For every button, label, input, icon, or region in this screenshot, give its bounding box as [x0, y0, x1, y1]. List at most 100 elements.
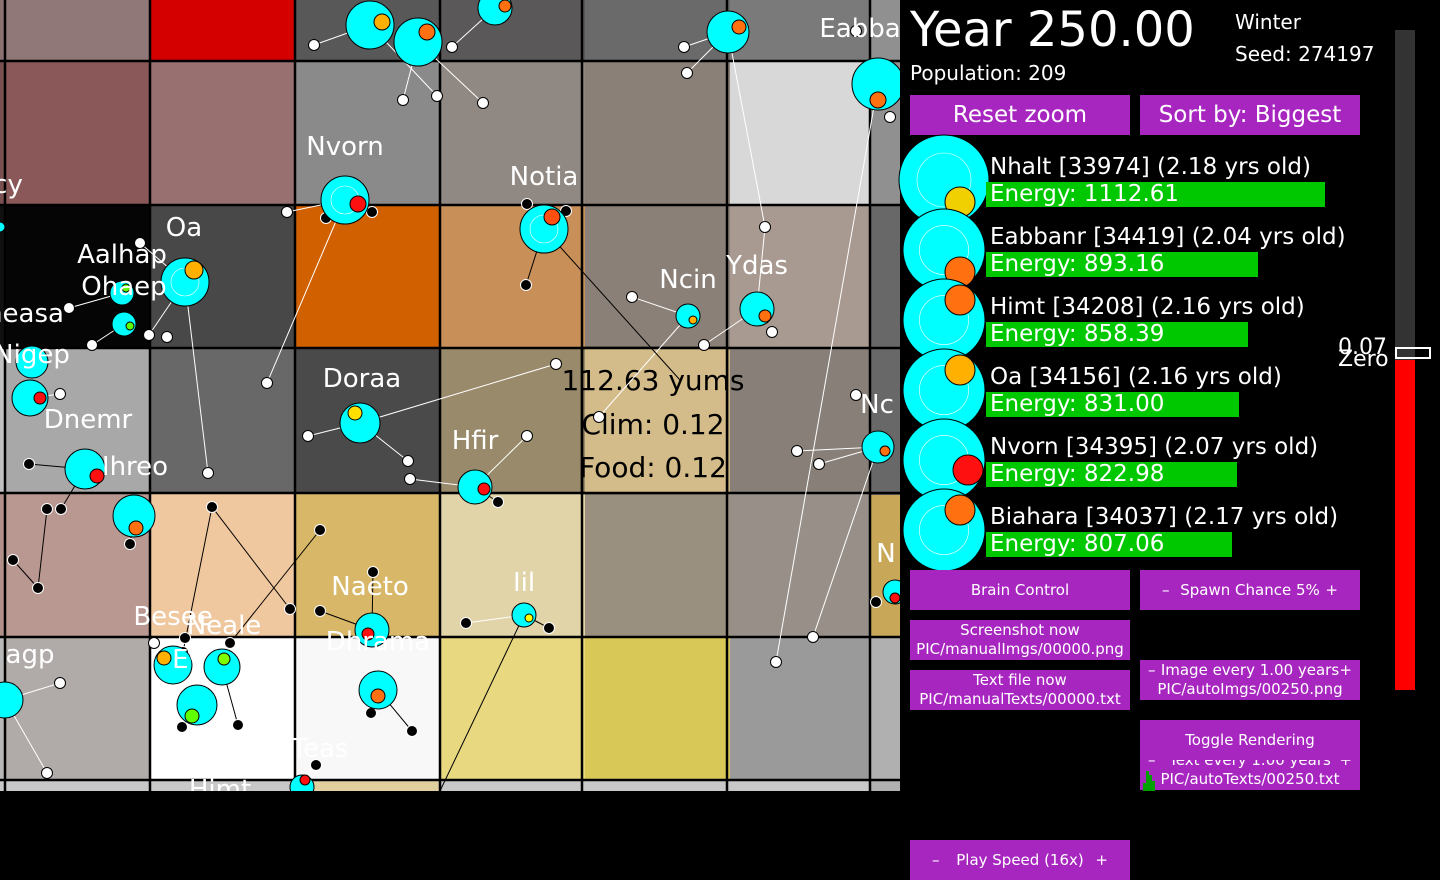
creature-nvorn	[320, 175, 370, 225]
creature-eabbanr	[851, 57, 900, 111]
creature-energy: Energy: 807.06	[990, 531, 1165, 557]
creature-name: Himt [34208] (2.16 yrs old)	[990, 294, 1305, 320]
svg-text:Oa: Oa	[166, 213, 202, 243]
text-file-now-label: Text file now	[973, 671, 1067, 689]
svg-text:Hfir: Hfir	[452, 426, 499, 456]
text-file-now-button[interactable]: Text file now PIC/manualTexts/00000.txt	[910, 670, 1130, 710]
creature-energy: Energy: 1112.61	[990, 181, 1180, 207]
temperature-marker	[1395, 347, 1431, 359]
svg-text:Himt: Himt	[189, 775, 251, 791]
creature-ydas	[739, 291, 775, 327]
ranking-row[interactable]: Nhalt [33974] (2.18 yrs old) Energy: 1112…	[898, 134, 1440, 226]
ranking-row[interactable]: Nvorn [34395] (2.07 yrs old) Energy: 822.…	[900, 418, 1440, 502]
creature-aalhap	[111, 311, 137, 337]
population-label: Population: 209	[910, 61, 1067, 85]
creature-top2	[393, 17, 443, 67]
world-map[interactable]: 112.63 yums Clim: 0.12 Food: 0.12 Nvorn …	[0, 0, 900, 791]
svg-text:cy: cy	[0, 170, 23, 200]
creature-mouth	[952, 454, 984, 486]
svg-text:N: N	[876, 539, 895, 569]
temperature-zero-label: Zero	[1338, 347, 1389, 372]
tile-tooltip: 112.63 yums Clim: 0.12 Food: 0.12	[561, 364, 744, 484]
creature-dnemr	[11, 379, 49, 417]
creature-hfir	[457, 469, 493, 505]
season-label: Winter	[1235, 10, 1301, 34]
svg-text:Aalhap: Aalhap	[77, 240, 167, 270]
creature-name: Eabbanr [34419] (2.04 yrs old)	[990, 224, 1346, 250]
creature-nc	[861, 430, 895, 464]
svg-text:Nc: Nc	[860, 390, 894, 420]
seed-label: Seed: 274197	[1235, 42, 1375, 66]
spawn-chance-label: Spawn Chance 5%	[1180, 581, 1320, 599]
image-every-decrease-button[interactable]: –	[1148, 661, 1156, 680]
creature-name: Nvorn [34395] (2.07 yrs old)	[990, 434, 1319, 460]
screenshot-now-button[interactable]: Screenshot now PIC/manualImgs/00000.png	[910, 620, 1130, 660]
svg-text:Nvorn: Nvorn	[306, 132, 383, 162]
play-speed-increase-button[interactable]: +	[1095, 840, 1108, 880]
svg-text:Ihreo: Ihreo	[102, 452, 168, 482]
screenshot-now-path: PIC/manualImgs/00000.png	[916, 640, 1124, 658]
svg-text:Neale: Neale	[187, 611, 262, 641]
svg-text:Dhrama: Dhrama	[326, 627, 430, 657]
spawn-chance-control[interactable]: – Spawn Chance 5% +	[1140, 570, 1360, 610]
toggle-rendering-button[interactable]: Toggle Rendering	[1140, 720, 1360, 760]
svg-text:Ncin: Ncin	[659, 265, 716, 295]
control-panel: Year 250.00 Winter Seed: 274197 Populati…	[898, 0, 1440, 880]
creature-doraa	[339, 402, 381, 444]
svg-text:Naeto: Naeto	[331, 572, 408, 602]
svg-text:Iil: Iil	[513, 568, 535, 598]
creature-dhrama	[358, 670, 398, 710]
creature-eabba	[706, 10, 750, 54]
creature-mouth	[944, 354, 976, 386]
image-every-control[interactable]: – Image every 1.00 years PIC/autoImgs/00…	[1140, 660, 1360, 700]
screenshot-now-label: Screenshot now	[960, 621, 1080, 639]
population-histogram	[1143, 771, 1155, 791]
year-display: Year 250.00	[910, 2, 1195, 58]
spawn-chance-increase-button[interactable]: +	[1325, 570, 1338, 610]
creature-energy: Energy: 831.00	[990, 391, 1165, 417]
reset-zoom-button[interactable]: Reset zoom	[910, 95, 1130, 135]
svg-text:Ohaep: Ohaep	[81, 272, 166, 302]
ranking-row[interactable]: Eabbanr [34419] (2.04 yrs old) Energy: 89…	[900, 208, 1440, 292]
creature-energy: Energy: 893.16	[990, 251, 1165, 277]
creature-name: Nhalt [33974] (2.18 yrs old)	[990, 154, 1311, 180]
creature-neale	[203, 648, 241, 686]
ranking-row[interactable]: Biahara [34037] (2.17 yrs old) Energy: 80…	[900, 488, 1440, 572]
play-speed-control[interactable]: – Play Speed (16x) +	[910, 840, 1130, 880]
svg-text:Eabba: Eabba	[819, 14, 900, 44]
image-every-path: PIC/autoImgs/00250.png	[1157, 680, 1343, 698]
svg-text:agp: agp	[6, 640, 55, 670]
play-speed-label: Play Speed (16x)	[956, 851, 1084, 869]
creature-top1	[345, 0, 395, 50]
world-canvas[interactable]: 112.63 yums Clim: 0.12 Food: 0.12 Nvorn …	[0, 0, 900, 791]
temperature-bar	[1395, 30, 1415, 690]
ranking-row[interactable]: Oa [34156] (2.16 yrs old) Energy: 831.00	[900, 348, 1440, 432]
brain-control-button[interactable]: Brain Control	[910, 570, 1130, 610]
svg-text:heasa: heasa	[0, 299, 64, 329]
svg-text:Doraa: Doraa	[323, 364, 401, 394]
tooltip-yums: 112.63 yums	[561, 364, 744, 397]
svg-text:Ev: Ev	[172, 645, 204, 675]
image-every-increase-button[interactable]: +	[1339, 661, 1352, 680]
image-every-label: Image every 1.00 years	[1160, 661, 1340, 679]
creature-mouth	[944, 494, 976, 526]
svg-text:Notia: Notia	[510, 162, 579, 192]
creature-oa	[160, 257, 210, 307]
creature-iil	[511, 602, 537, 628]
creature-ihreo	[64, 448, 106, 490]
tooltip-food: Food: 0.12	[579, 451, 727, 484]
creature-energy: Energy: 822.98	[990, 461, 1165, 487]
svg-text:Dnemr: Dnemr	[44, 405, 133, 435]
creature-mouth	[944, 284, 976, 316]
creature-ncin	[675, 303, 701, 329]
creature-ev	[176, 684, 218, 726]
svg-text:Nigep: Nigep	[0, 340, 70, 370]
sort-by-button[interactable]: Sort by: Biggest	[1140, 95, 1360, 135]
creature-ihreo2	[112, 494, 156, 538]
temperature-fill	[1395, 360, 1415, 690]
spawn-chance-decrease-button[interactable]: –	[1162, 570, 1170, 610]
play-speed-decrease-button[interactable]: –	[932, 840, 940, 880]
creature-name: Biahara [34037] (2.17 yrs old)	[990, 504, 1339, 530]
svg-text:Teas: Teas	[291, 734, 349, 764]
text-file-now-path: PIC/manualTexts/00000.txt	[919, 690, 1121, 708]
